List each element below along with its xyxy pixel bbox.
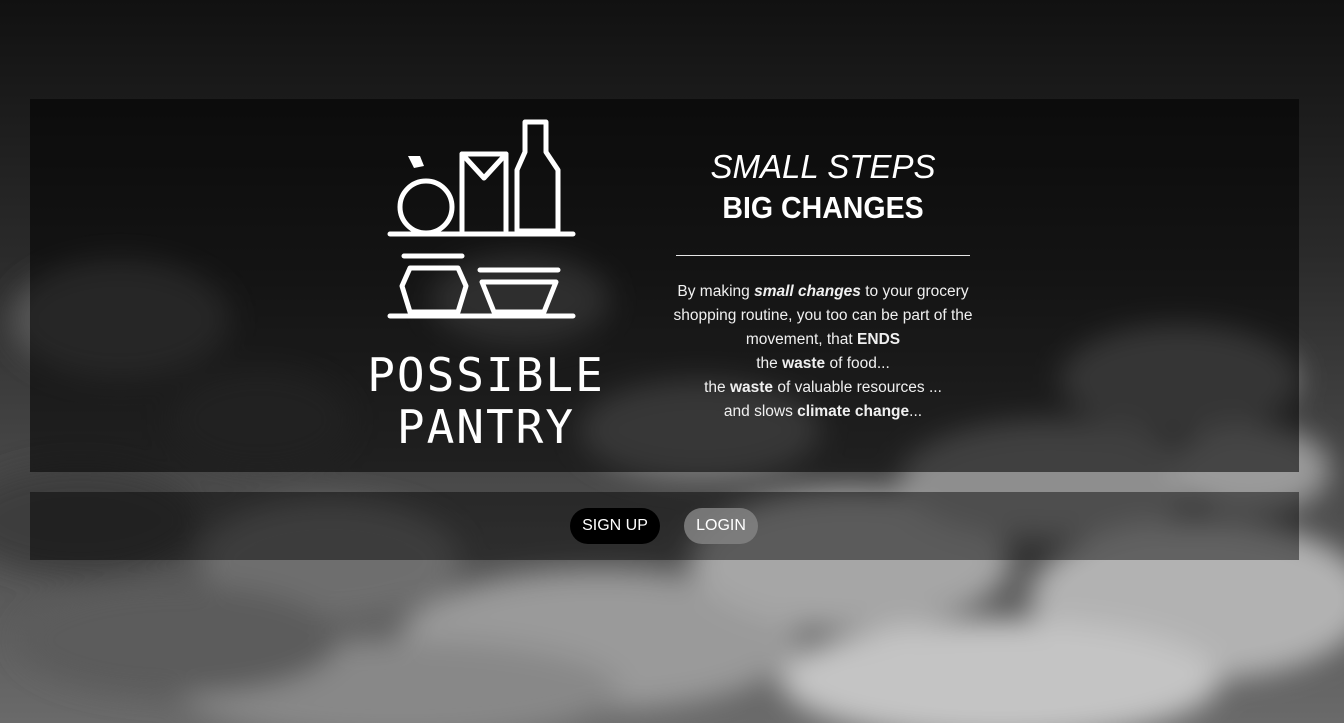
description-paragraph-4: and slows climate change... bbox=[672, 400, 974, 424]
desc-strong: ENDS bbox=[857, 331, 901, 348]
tagline-line-2: BIG CHANGES bbox=[722, 190, 924, 225]
desc-text: By making bbox=[677, 283, 755, 300]
desc-text: of valuable resources ... bbox=[773, 379, 942, 396]
hero-panel bbox=[30, 99, 1299, 472]
tagline-line-1: SMALL STEPS bbox=[710, 148, 936, 185]
tagline: SMALL STEPS BIG CHANGES bbox=[676, 146, 970, 228]
desc-text: the bbox=[756, 355, 783, 372]
login-button[interactable]: LOGIN bbox=[684, 508, 758, 544]
desc-strong: waste bbox=[782, 355, 826, 372]
description-paragraph-3: the waste of valuable resources ... bbox=[672, 376, 974, 400]
desc-emphasis: small changes bbox=[754, 283, 861, 300]
desc-strong: climate change bbox=[797, 403, 910, 420]
desc-text: and slows bbox=[723, 403, 798, 420]
description: By making small changes to your grocery … bbox=[672, 280, 974, 424]
brand-name: POSSIBLE PANTRY bbox=[346, 349, 626, 453]
pantry-shelf-icon bbox=[387, 119, 576, 319]
desc-text: the bbox=[704, 379, 730, 396]
desc-strong: waste bbox=[729, 379, 774, 396]
description-paragraph-1: By making small changes to your grocery … bbox=[672, 280, 974, 352]
sign-up-button[interactable]: SIGN UP bbox=[570, 508, 660, 544]
divider bbox=[676, 255, 970, 256]
desc-text: of food... bbox=[825, 355, 890, 372]
brand-line-2: PANTRY bbox=[396, 400, 576, 454]
action-bar: SIGN UP LOGIN bbox=[30, 492, 1299, 560]
desc-text: ... bbox=[909, 403, 923, 420]
description-paragraph-2: the waste of food... bbox=[672, 352, 974, 376]
brand-line-1: POSSIBLE bbox=[367, 348, 605, 402]
